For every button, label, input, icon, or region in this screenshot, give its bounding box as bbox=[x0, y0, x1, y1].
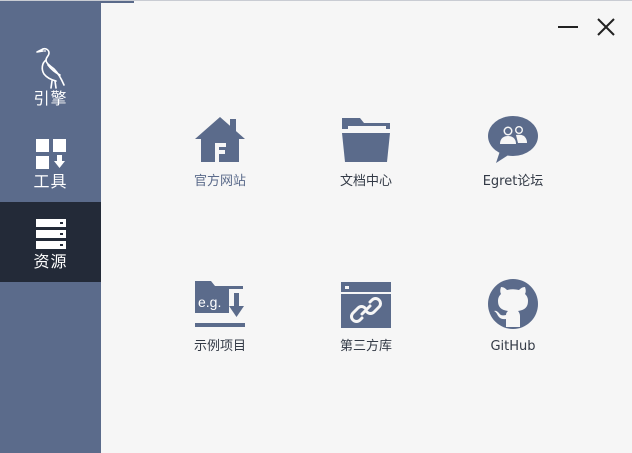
tile-docs-center[interactable]: 文档中心 bbox=[301, 111, 431, 211]
link-window-icon bbox=[338, 276, 394, 332]
launcher-window: 引擎 工具 资源 官方网站 文档中心 Egret论坛 e.g. 示例项目 第三方… bbox=[0, 0, 632, 453]
tile-label: Egret论坛 bbox=[482, 174, 544, 189]
sidebar-item-label: 工具 bbox=[33, 172, 68, 191]
close-icon bbox=[597, 18, 615, 36]
tile-egret-forum[interactable]: Egret论坛 bbox=[448, 111, 578, 211]
tile-label: 第三方库 bbox=[339, 339, 392, 354]
tile-github[interactable]: GitHub bbox=[448, 276, 578, 376]
sidebar-item-resources[interactable]: 资源 bbox=[0, 202, 101, 282]
close-button[interactable] bbox=[594, 15, 618, 39]
tile-example-projects[interactable]: e.g. 示例项目 bbox=[155, 276, 285, 376]
sidebar: 引擎 工具 资源 bbox=[0, 1, 101, 453]
tile-label: GitHub bbox=[490, 339, 536, 354]
minimize-button[interactable] bbox=[556, 15, 580, 39]
folder-icon bbox=[338, 111, 394, 167]
resources-stack-icon bbox=[33, 216, 69, 252]
forum-chat-icon bbox=[485, 111, 541, 167]
sidebar-item-label: 引擎 bbox=[33, 89, 68, 108]
tile-label: 文档中心 bbox=[339, 174, 392, 189]
tools-grid-icon bbox=[33, 136, 69, 172]
tile-official-site[interactable]: 官方网站 bbox=[155, 111, 285, 211]
sidebar-item-label: 资源 bbox=[33, 252, 68, 271]
minimize-icon bbox=[558, 26, 578, 28]
tile-third-party-libs[interactable]: 第三方库 bbox=[301, 276, 431, 376]
github-icon bbox=[485, 276, 541, 332]
sidebar-item-tools[interactable]: 工具 bbox=[0, 121, 101, 201]
svg-text:e.g.: e.g. bbox=[198, 294, 221, 310]
example-download-icon: e.g. bbox=[192, 276, 248, 332]
sidebar-item-engine[interactable]: 引擎 bbox=[0, 39, 101, 117]
egret-bird-icon bbox=[31, 45, 71, 89]
home-icon bbox=[192, 111, 248, 167]
tile-label: 示例项目 bbox=[193, 339, 246, 354]
tile-label: 官方网站 bbox=[193, 174, 246, 189]
